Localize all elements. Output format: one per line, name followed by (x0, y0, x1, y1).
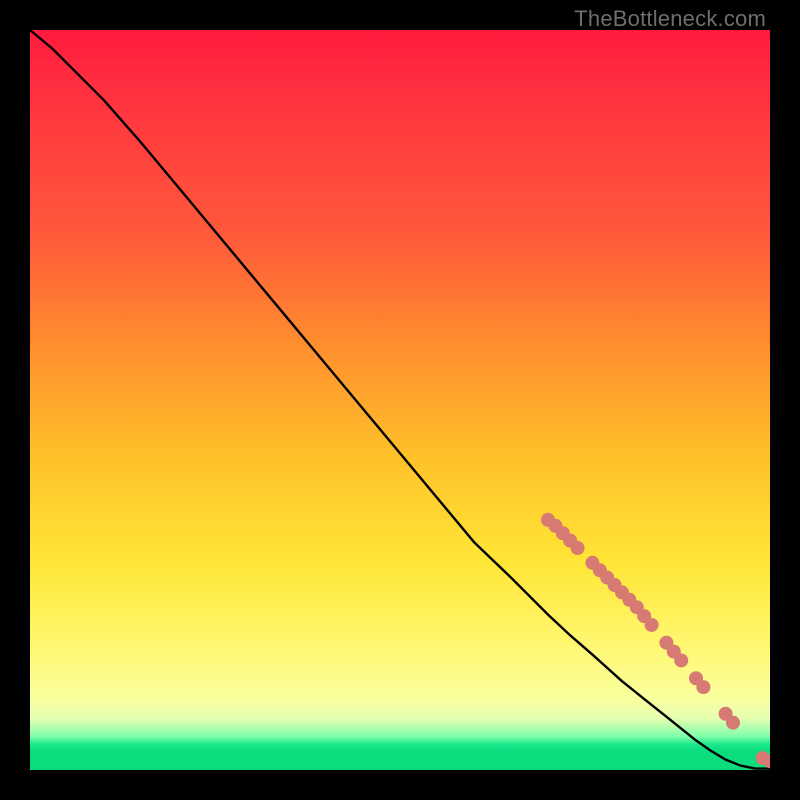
data-marker (674, 653, 688, 667)
chart-frame: TheBottleneck.com (0, 0, 800, 800)
data-marker (645, 618, 659, 632)
data-marker (571, 541, 585, 555)
watermark-text: TheBottleneck.com (574, 6, 766, 32)
data-marker (726, 716, 740, 730)
plot-area (30, 30, 770, 770)
chart-overlay (30, 30, 770, 770)
data-marker (696, 680, 710, 694)
curve-line (30, 30, 770, 769)
